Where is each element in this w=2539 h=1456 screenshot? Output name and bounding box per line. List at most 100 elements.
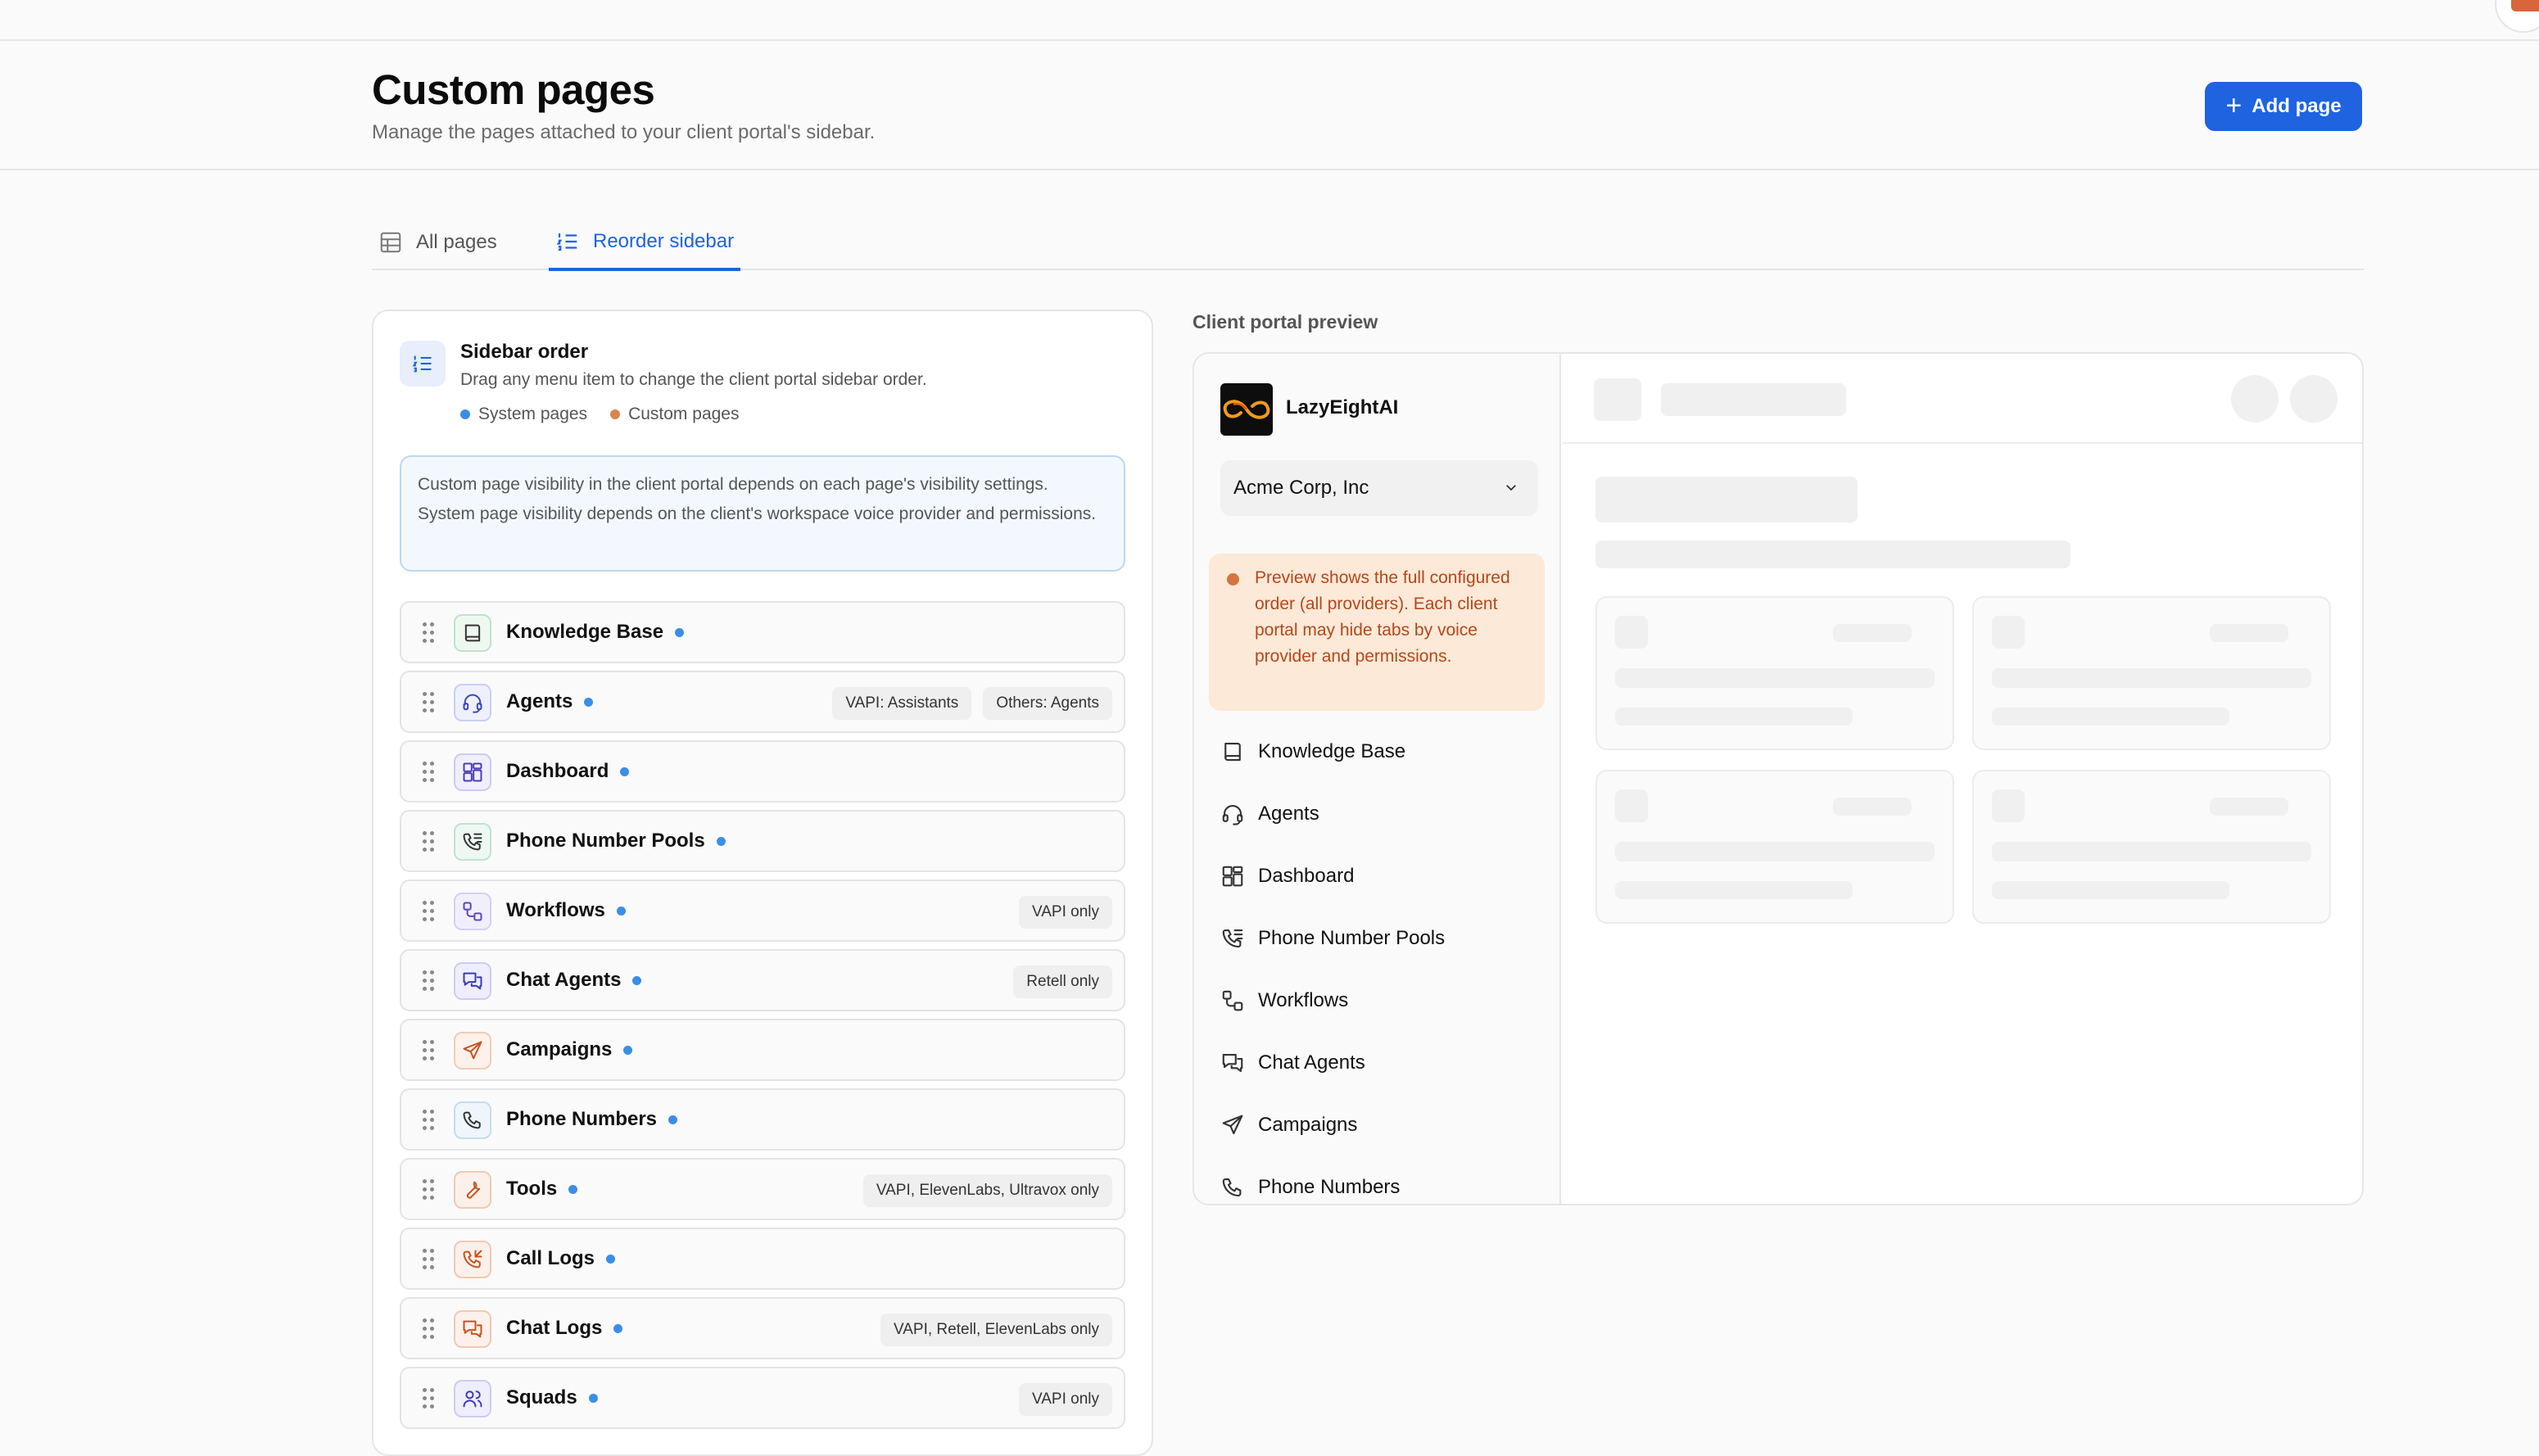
item-label: Phone Numbers	[506, 1108, 658, 1130]
provider-badges: VAPI, ElevenLabs, Ultravox only	[862, 1174, 1112, 1207]
sidebar-order-item[interactable]: Chat Agents Retell only	[400, 949, 1125, 1011]
item-label: Squads	[506, 1386, 577, 1409]
drag-handle-icon[interactable]	[423, 692, 436, 715]
provider-badge: VAPI only	[1018, 896, 1112, 929]
plus-icon: +	[2225, 89, 2243, 121]
drag-handle-icon[interactable]	[423, 970, 436, 993]
item-icon	[454, 1380, 491, 1418]
preview-nav-item[interactable]: Campaigns	[1220, 1109, 1357, 1142]
drag-handle-icon[interactable]	[423, 1110, 436, 1133]
preview-nav-item[interactable]: Dashboard	[1220, 860, 1354, 893]
system-page-dot	[613, 1323, 623, 1333]
sidebar-order-item[interactable]: Chat Logs VAPI, Retell, ElevenLabs only	[400, 1297, 1125, 1359]
item-label: Phone Number Pools	[506, 830, 705, 852]
system-page-dot	[716, 836, 726, 846]
preview-warning: Preview shows the full configured order …	[1209, 554, 1545, 711]
top-bar	[0, 0, 2539, 41]
sidebar-order-description: Drag any menu item to change the client …	[460, 370, 927, 389]
item-icon	[454, 1241, 491, 1278]
page-subtitle: Manage the pages attached to your client…	[372, 121, 876, 143]
legend-system-pages: System pages	[460, 405, 587, 424]
headset-icon	[463, 694, 482, 713]
drag-handle-icon[interactable]	[423, 1388, 436, 1411]
item-label: Call Logs	[506, 1247, 595, 1269]
wrench-icon	[466, 1181, 481, 1199]
provider-badges: VAPI, Retell, ElevenLabs only	[880, 1314, 1112, 1346]
sidebar-order-item[interactable]: Tools VAPI, ElevenLabs, Ultravox only	[400, 1158, 1125, 1220]
sidebar-order-item[interactable]: Knowledge Base	[400, 601, 1125, 663]
system-page-dot	[675, 627, 685, 637]
drag-handle-icon[interactable]	[423, 622, 436, 645]
sidebar-order-item[interactable]: Workflows VAPI only	[400, 879, 1125, 942]
sidebar-order-item[interactable]: Squads VAPI only	[400, 1367, 1125, 1429]
drag-handle-icon[interactable]	[423, 901, 436, 924]
workflow-icon	[463, 902, 482, 921]
sidebar-order-item[interactable]: Agents VAPI: Assistants Others: Agents	[400, 671, 1125, 733]
system-page-dot	[668, 1115, 678, 1124]
chat-logs-icon	[463, 1320, 482, 1338]
system-page-dot	[632, 975, 642, 985]
book-icon	[1224, 742, 1241, 762]
preview-nav-item[interactable]: Phone Numbers	[1220, 1171, 1400, 1204]
provider-badge: Others: Agents	[983, 687, 1112, 720]
item-label: Dashboard	[506, 760, 609, 782]
item-icon	[454, 962, 491, 1000]
phone-incoming-icon	[463, 1250, 482, 1268]
system-page-dot	[606, 1254, 616, 1264]
provider-badges: VAPI only	[1018, 1383, 1112, 1416]
chat-icon	[1222, 1053, 1243, 1073]
drag-handle-icon[interactable]	[423, 1040, 436, 1063]
sidebar-order-item[interactable]: Call Logs	[400, 1228, 1125, 1290]
preview-nav-item[interactable]: Agents	[1220, 798, 1319, 830]
drag-handle-icon[interactable]	[423, 762, 436, 785]
drag-handle-icon[interactable]	[423, 831, 436, 854]
preview-nav-item[interactable]: Phone Number Pools	[1220, 922, 1445, 955]
system-page-dot	[588, 1393, 598, 1403]
phone-list-icon	[463, 833, 482, 851]
item-icon	[454, 684, 491, 721]
tab-reorder-sidebar[interactable]: Reorder sidebar	[549, 215, 741, 271]
list-order-icon	[556, 233, 577, 251]
item-label: Chat Agents	[506, 969, 622, 991]
preview-nav-item[interactable]: Workflows	[1220, 984, 1348, 1017]
item-icon	[454, 1310, 491, 1348]
provider-badge: VAPI, ElevenLabs, Ultravox only	[862, 1174, 1112, 1207]
legend: System pages Custom pages	[460, 405, 739, 424]
tab-bar: All pages Reorder sidebar	[372, 215, 2364, 271]
drag-handle-icon[interactable]	[423, 1318, 436, 1341]
item-label: Chat Logs	[506, 1317, 603, 1339]
chat-icon	[463, 972, 482, 990]
provider-badge: VAPI only	[1018, 1383, 1112, 1416]
system-page-dot	[568, 1184, 578, 1194]
list-order-icon	[400, 341, 446, 387]
sidebar-order-item[interactable]: Dashboard	[400, 740, 1125, 803]
item-icon	[454, 1171, 491, 1209]
sidebar-order-item[interactable]: Campaigns	[400, 1019, 1125, 1081]
phone-list-icon	[1222, 929, 1243, 948]
drag-handle-icon[interactable]	[423, 1179, 436, 1202]
sidebar-order-item[interactable]: Phone Number Pools	[400, 810, 1125, 872]
brand-logo	[1220, 383, 1273, 436]
preview-nav-item[interactable]: Knowledge Base	[1220, 735, 1405, 768]
provider-badges: Retell only	[1013, 965, 1112, 998]
drag-handle-icon[interactable]	[423, 1249, 436, 1272]
page-title: Custom pages	[372, 66, 655, 113]
dashboard-icon	[463, 762, 482, 782]
sidebar-order-card: Sidebar order Drag any menu item to chan…	[372, 310, 1153, 1456]
sidebar-order-title: Sidebar order	[460, 341, 589, 363]
dashboard-icon	[1222, 866, 1243, 887]
table-icon	[380, 232, 401, 253]
provider-badges: VAPI only	[1018, 896, 1112, 929]
workspace-select[interactable]: Acme Corp, Inc	[1220, 460, 1538, 516]
item-label: Knowledge Base	[506, 621, 664, 643]
workflow-icon	[1222, 990, 1243, 1011]
send-icon	[463, 1041, 482, 1060]
add-page-button[interactable]: + Add page	[2205, 82, 2362, 131]
system-page-dot	[620, 766, 630, 776]
sidebar-order-item[interactable]: Phone Numbers	[400, 1088, 1125, 1151]
chevron-down-icon	[1506, 485, 1516, 491]
tab-all-pages[interactable]: All pages	[378, 215, 497, 270]
item-icon	[454, 893, 491, 930]
preview-nav-item[interactable]: Chat Agents	[1220, 1047, 1365, 1079]
headset-icon	[1222, 804, 1243, 825]
